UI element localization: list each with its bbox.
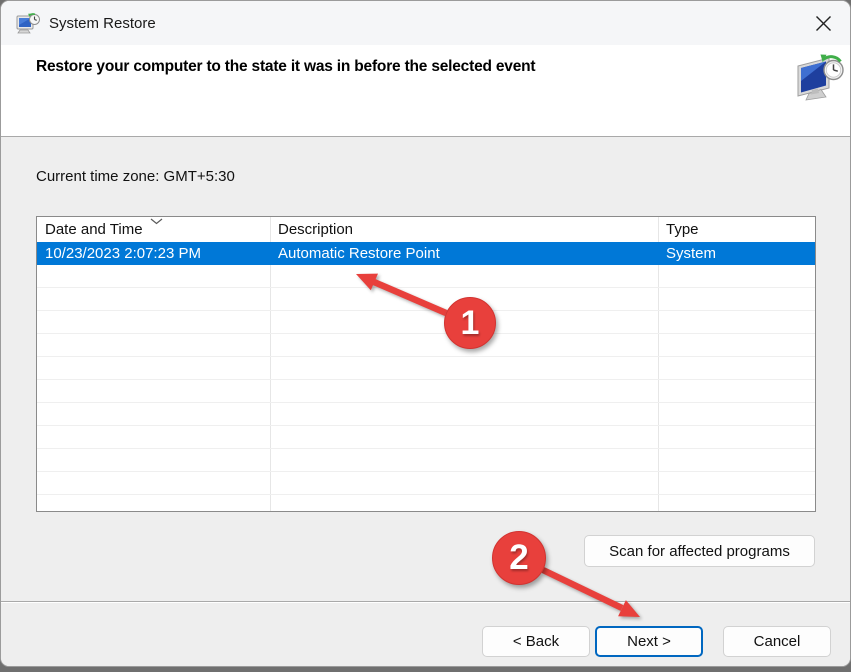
system-restore-icon (16, 12, 40, 33)
column-header-type[interactable]: Type (658, 217, 815, 242)
window-title: System Restore (49, 14, 156, 32)
cell-date-time: 10/23/2023 2:07:23 PM (45, 245, 201, 262)
system-restore-dialog: System Restore Restore your computer to … (0, 0, 851, 667)
cell-type: System (666, 245, 717, 262)
restore-points-table[interactable]: Date and Time Description Type 10/23/202… (36, 216, 816, 512)
dialog-body: Current time zone: GMT+5:30 Date and Tim… (1, 137, 850, 602)
cancel-button[interactable]: Cancel (723, 626, 831, 657)
bottom-button-bar: < Back Next > Cancel (1, 603, 850, 666)
table-header-row: Date and Time Description Type (37, 217, 815, 242)
cell-description: Automatic Restore Point (278, 245, 440, 262)
back-button[interactable]: < Back (482, 626, 590, 657)
system-restore-icon-large (797, 54, 844, 101)
empty-rows-area[interactable] (37, 265, 815, 511)
timezone-label: Current time zone: GMT+5:30 (36, 168, 235, 185)
restore-point-row-selected[interactable]: 10/23/2023 2:07:23 PM Automatic Restore … (37, 242, 815, 265)
close-button[interactable] (808, 9, 838, 37)
next-button[interactable]: Next > (595, 626, 703, 657)
scan-affected-programs-button[interactable]: Scan for affected programs (584, 535, 815, 567)
column-header-date-and-time[interactable]: Date and Time (37, 217, 270, 242)
dialog-header: Restore your computer to the state it wa… (1, 45, 850, 137)
column-header-description[interactable]: Description (270, 217, 658, 242)
titlebar[interactable]: System Restore (1, 1, 850, 45)
sort-descending-icon (150, 218, 163, 225)
header-instruction: Restore your computer to the state it wa… (36, 58, 536, 75)
close-icon (815, 15, 831, 31)
